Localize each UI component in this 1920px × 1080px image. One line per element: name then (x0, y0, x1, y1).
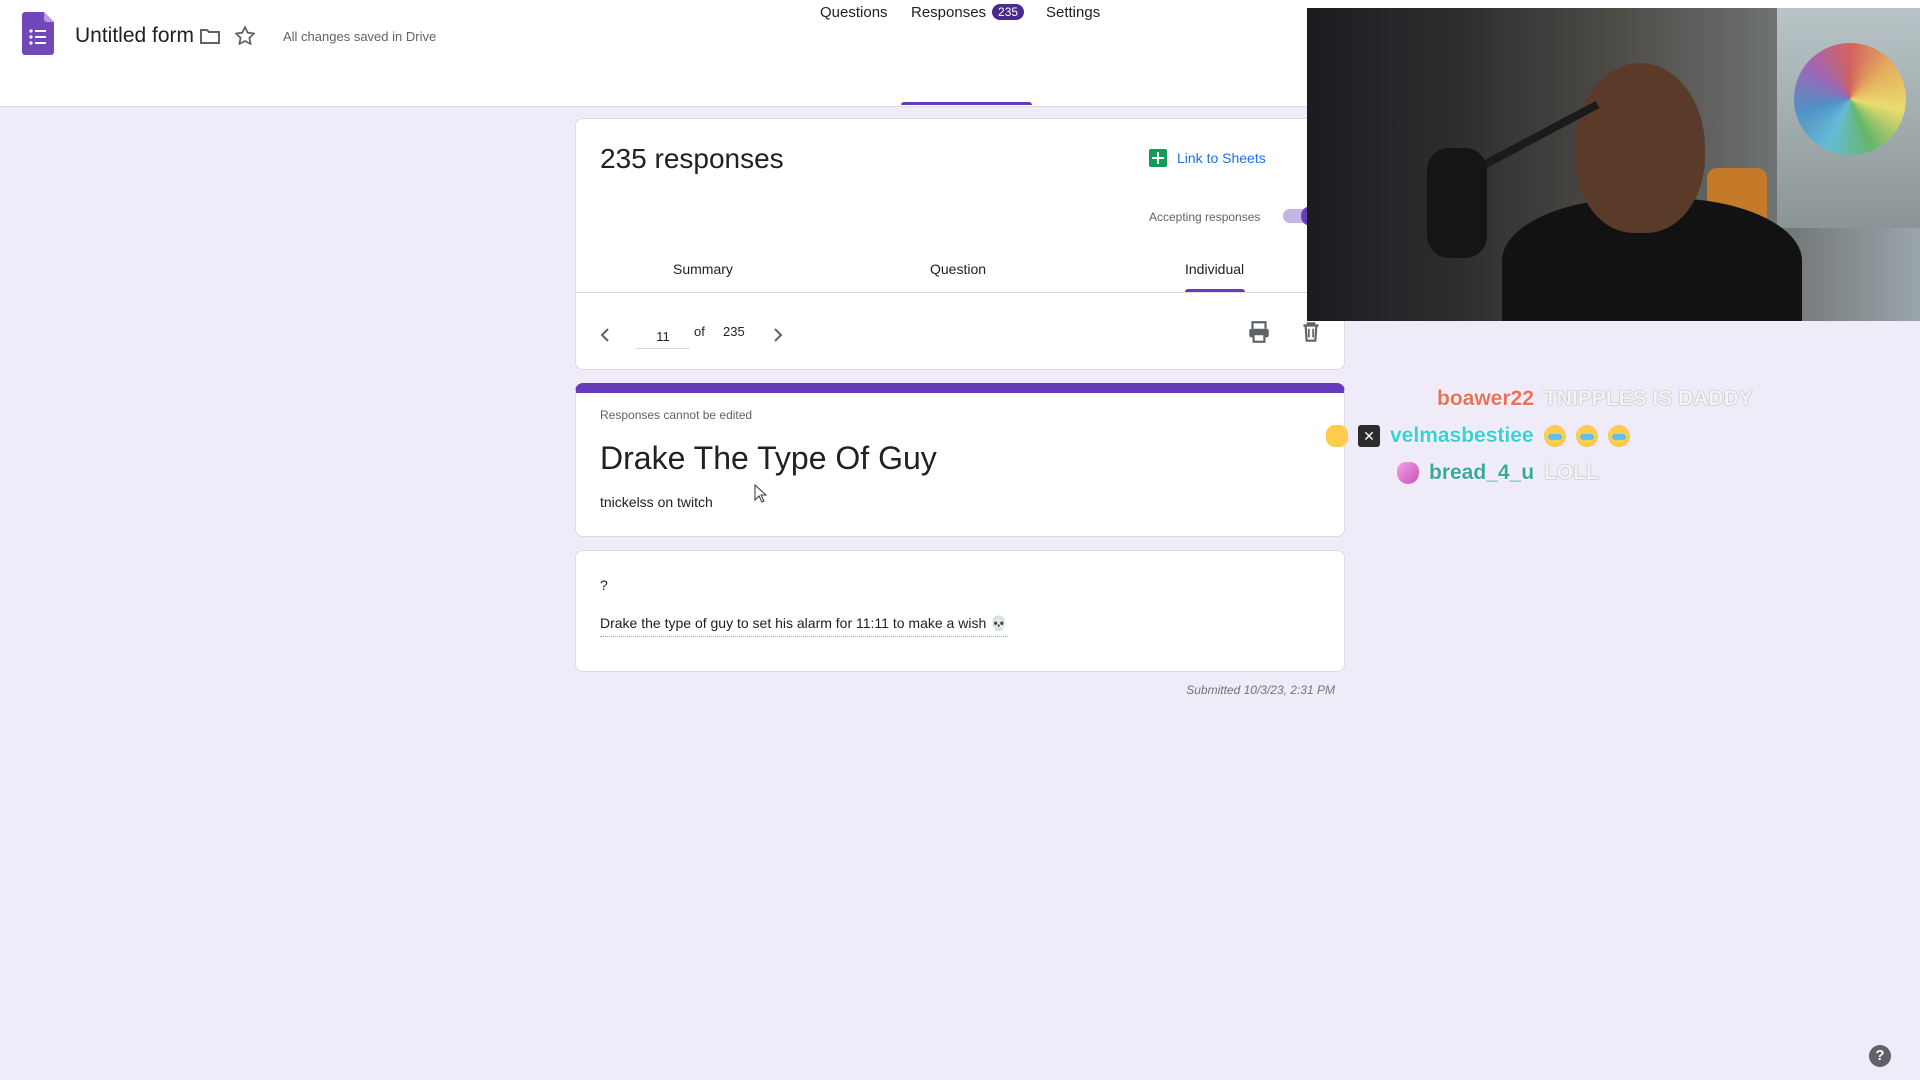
subtab-individual[interactable]: Individual (1185, 261, 1244, 277)
accepting-responses-label: Accepting responses (1149, 210, 1261, 224)
next-response-icon[interactable] (766, 323, 790, 347)
pager-total: 235 (723, 324, 745, 339)
subtab-summary[interactable]: Summary (673, 261, 733, 277)
streamer-head (1575, 63, 1705, 233)
muted-badge-icon: ✕ (1358, 425, 1380, 447)
delete-response-icon[interactable] (1298, 319, 1324, 345)
subtab-question[interactable]: Question (930, 261, 986, 277)
form-title[interactable]: Untitled form (75, 24, 194, 48)
save-status: All changes saved in Drive (283, 29, 437, 44)
pager-of-label: of (694, 324, 705, 339)
tab-settings[interactable]: Settings (1046, 4, 1100, 30)
tab-settings-label: Settings (1046, 4, 1101, 21)
chat-message: boawer22 TNIPPLES IS DADDY (1437, 384, 1753, 414)
answer-text: Drake the type of guy to set his alarm f… (600, 615, 1008, 637)
response-page-input[interactable] (636, 324, 690, 349)
response-count-badge: 235 (992, 4, 1025, 20)
chat-message: ✕ velmasbestiee (1326, 421, 1630, 451)
chat-text: LOLL (1544, 461, 1599, 484)
gem-badge-icon (1397, 462, 1419, 484)
chat-username: bread_4_u (1429, 461, 1535, 484)
previous-response-icon[interactable] (593, 323, 617, 347)
tab-responses-label: Responses (911, 4, 987, 21)
microphone (1427, 148, 1487, 258)
tab-questions[interactable]: Questions (820, 4, 888, 30)
sob-emote-icon (1607, 425, 1630, 447)
submitted-timestamp: Submitted 10/3/23, 2:31 PM (1186, 683, 1335, 697)
form-description: tnickelss on twitch (600, 494, 713, 510)
responses-summary-card: 235 responses Link to Sheets Accepting r… (575, 118, 1345, 370)
color-wheel-decoration (1794, 43, 1906, 155)
google-sheets-icon (1149, 149, 1167, 167)
link-to-sheets-label: Link to Sheets (1177, 150, 1266, 166)
chat-message: bread_4_u LOLL (1397, 458, 1599, 488)
tab-responses[interactable]: Responses 235 (911, 4, 1025, 30)
question-answer-card: ? Drake the type of guy to set his alarm… (575, 550, 1345, 672)
print-icon[interactable] (1246, 319, 1272, 345)
help-icon[interactable]: ? (1869, 1045, 1891, 1067)
active-tab-indicator (901, 102, 1032, 105)
badge-emote-icon (1326, 425, 1348, 447)
sob-emote-icon (1543, 425, 1566, 447)
streamer-webcam-overlay (1307, 8, 1920, 321)
subtab-divider (576, 292, 1344, 293)
folder-icon[interactable] (198, 24, 222, 48)
google-forms-logo-icon[interactable] (22, 12, 54, 55)
question-label: ? (600, 577, 608, 593)
mouse-pointer-icon (754, 484, 768, 503)
sob-emote-icon (1575, 425, 1598, 447)
chat-username: boawer22 (1437, 387, 1534, 410)
response-title-card: Responses cannot be edited Drake The Typ… (575, 383, 1345, 537)
chat-text: TNIPPLES IS DADDY (1543, 387, 1753, 410)
chat-username: velmasbestiee (1390, 424, 1534, 447)
form-response-title: Drake The Type Of Guy (600, 440, 937, 476)
tab-questions-label: Questions (820, 4, 888, 21)
cannot-edit-notice: Responses cannot be edited (600, 408, 753, 422)
response-count-title: 235 responses (600, 143, 784, 174)
star-icon[interactable] (233, 24, 257, 48)
link-to-sheets-button[interactable]: Link to Sheets (1149, 149, 1266, 167)
